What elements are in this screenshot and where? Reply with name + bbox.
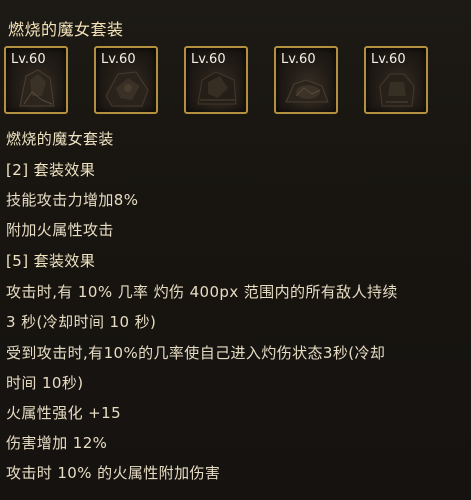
set-bonus-5-effect: 火属性强化 +15 <box>6 404 122 422</box>
set-bonus-5-effect: 攻击时 10% 的火属性附加伤害 <box>6 464 221 482</box>
set-bonus-5-effect: 受到攻击时,有10%的几率使自己进入灼伤状态3秒(冷却 <box>6 344 386 362</box>
item-slot-3[interactable]: Lv.60 <box>184 46 248 114</box>
set-bonus-5-header: [5] 套装效果 <box>6 252 96 270</box>
armor-piece-icon <box>19 69 55 107</box>
set-bonus-2-effect: 技能攻击力增加8% <box>6 191 139 209</box>
item-slot-2[interactable]: Lv.60 <box>94 46 158 114</box>
armor-piece-icon <box>105 71 149 107</box>
set-bonus-5-effect: 3 秒(冷却时间 10 秒) <box>6 313 157 331</box>
set-bonus-5-effect: 时间 10秒) <box>6 374 84 392</box>
item-level: Lv.60 <box>11 52 46 67</box>
tooltip-title: 燃烧的魔女套装 <box>8 20 124 39</box>
set-bonus-2-effect: 附加火属性攻击 <box>6 221 114 239</box>
armor-piece-icon <box>379 73 415 107</box>
item-slot-4[interactable]: Lv.60 <box>274 46 338 114</box>
armor-piece-icon <box>285 79 329 103</box>
item-level: Lv.60 <box>371 52 406 67</box>
set-item-slots: Lv.60 Lv.60 Lv.60 Lv.60 Lv.60 <box>4 46 444 118</box>
item-level: Lv.60 <box>191 52 226 67</box>
item-level: Lv.60 <box>281 52 316 67</box>
set-name: 燃烧的魔女套装 <box>6 130 114 148</box>
set-bonus-2-header: [2] 套装效果 <box>6 161 96 179</box>
item-level: Lv.60 <box>101 52 136 67</box>
armor-piece-icon <box>197 71 237 105</box>
item-slot-1[interactable]: Lv.60 <box>4 46 68 114</box>
set-bonus-5-effect: 伤害增加 12% <box>6 434 108 452</box>
item-set-tooltip: 燃烧的魔女套装 Lv.60 Lv.60 Lv.60 Lv.60 Lv.60 燃烧… <box>0 0 471 500</box>
item-slot-5[interactable]: Lv.60 <box>364 46 428 114</box>
set-bonus-5-effect: 攻击时,有 10% 几率 灼伤 400px 范围内的所有敌人持续 <box>6 283 398 301</box>
